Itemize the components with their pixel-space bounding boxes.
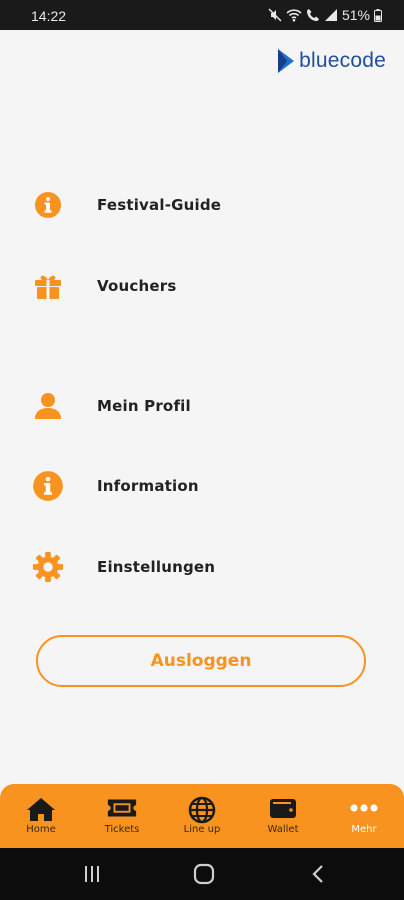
more-dots-icon xyxy=(348,796,380,822)
tab-wallet[interactable]: Wallet xyxy=(243,784,323,848)
main-content: bluecode Festival-Guide Vouchers Mein Pr… xyxy=(0,30,404,784)
bluecode-logo-icon xyxy=(278,49,295,73)
globe-icon xyxy=(186,796,218,824)
tab-label: Wallet xyxy=(267,824,299,835)
ticket-icon xyxy=(106,796,138,822)
home-circle-icon xyxy=(193,863,215,885)
status-time: 14:22 xyxy=(31,8,67,24)
info-circle-icon xyxy=(32,189,64,221)
home-system-button[interactable] xyxy=(184,862,224,886)
menu-item-mein-profil[interactable]: Mein Profil xyxy=(0,381,404,431)
call-icon xyxy=(306,9,319,22)
menu-item-einstellungen[interactable]: Einstellungen xyxy=(0,542,404,592)
home-icon xyxy=(25,796,57,822)
recent-apps-button[interactable] xyxy=(72,862,112,886)
menu-item-label: Vouchers xyxy=(97,277,177,295)
person-icon xyxy=(32,390,64,422)
menu-item-information[interactable]: Information xyxy=(0,461,404,511)
info-circle-icon xyxy=(32,470,64,502)
back-chevron-icon xyxy=(312,865,323,883)
tab-label: Line up xyxy=(183,824,221,835)
system-navigation-bar xyxy=(0,848,404,900)
tab-label: Tickets xyxy=(104,824,140,835)
battery-icon xyxy=(374,8,382,22)
menu-item-label: Information xyxy=(97,477,199,495)
back-button[interactable] xyxy=(298,862,338,886)
tab-tickets[interactable]: Tickets xyxy=(82,784,162,848)
status-icons: 51% xyxy=(268,7,382,23)
gear-icon xyxy=(32,551,64,583)
menu-item-label: Einstellungen xyxy=(97,558,216,576)
signal-icon xyxy=(324,9,337,21)
bottom-tab-bar: Home Tickets Line up Wallet Mehr xyxy=(0,784,404,848)
wifi-icon xyxy=(286,9,302,22)
menu-item-label: Festival-Guide xyxy=(97,196,222,214)
battery-level: 51% xyxy=(341,7,370,23)
gift-icon xyxy=(32,270,64,302)
brand-name: bluecode xyxy=(299,49,386,72)
tab-label: Mehr xyxy=(351,824,377,835)
recent-apps-icon xyxy=(85,866,99,882)
tab-home[interactable]: Home xyxy=(1,784,81,848)
menu-item-label: Mein Profil xyxy=(97,397,191,415)
wallet-icon xyxy=(267,796,299,822)
brand-logo: bluecode xyxy=(277,48,386,74)
tab-line-up[interactable]: Line up xyxy=(162,784,242,848)
status-bar: 14:22 51% xyxy=(0,0,404,30)
logout-button[interactable]: Ausloggen xyxy=(36,635,366,687)
menu-item-festival-guide[interactable]: Festival-Guide xyxy=(0,180,404,230)
menu-item-vouchers[interactable]: Vouchers xyxy=(0,261,404,311)
mute-icon xyxy=(268,8,282,22)
tab-label: Home xyxy=(26,824,56,835)
tab-mehr[interactable]: Mehr xyxy=(324,784,404,848)
